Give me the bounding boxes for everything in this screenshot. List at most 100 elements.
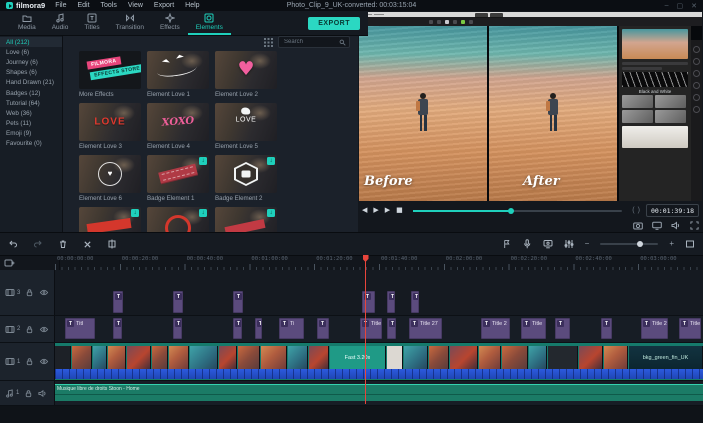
title-clip[interactable]: T bbox=[173, 318, 182, 339]
lock-icon[interactable] bbox=[24, 389, 33, 398]
title-clip[interactable]: T bbox=[387, 318, 396, 339]
video-clip-segment[interactable] bbox=[72, 346, 92, 369]
title-clip[interactable]: T bbox=[387, 291, 395, 313]
title-clip[interactable]: TTitle bbox=[679, 318, 701, 339]
title-clip[interactable]: TTitle bbox=[360, 318, 382, 339]
minimize-icon[interactable]: – bbox=[665, 2, 669, 10]
video-clip-segment[interactable] bbox=[429, 346, 449, 369]
download-icon[interactable]: ↓ bbox=[267, 157, 275, 165]
element-card-love5[interactable]: LOVE Element Love 5 bbox=[215, 103, 277, 150]
audio-track-body[interactable]: Musique libre de droits Stoon - Home bbox=[55, 381, 703, 405]
title-clip[interactable]: TTitle 27 bbox=[641, 318, 668, 339]
title-clip[interactable]: T bbox=[233, 318, 242, 339]
category-item[interactable]: Badges (12) bbox=[0, 88, 62, 98]
category-item[interactable]: Favourite (0) bbox=[0, 139, 62, 149]
menu-edit[interactable]: Edit bbox=[77, 2, 89, 9]
download-icon[interactable]: ↓ bbox=[199, 209, 207, 217]
search-input[interactable] bbox=[282, 38, 339, 46]
title-clip[interactable]: T Titl bbox=[65, 318, 95, 339]
redo-icon[interactable] bbox=[33, 239, 43, 249]
mark-out-icon[interactable]: ) bbox=[638, 207, 640, 214]
element-card-love4[interactable]: XOXO Element Love 4 bbox=[147, 103, 209, 150]
video-clip-segment[interactable] bbox=[55, 346, 71, 369]
microphone-icon[interactable] bbox=[522, 239, 532, 249]
title-clip[interactable]: TTitle bbox=[521, 318, 546, 339]
video-clip-segment[interactable] bbox=[309, 346, 329, 369]
export-button[interactable]: EXPORT bbox=[308, 16, 360, 30]
display-settings-icon[interactable] bbox=[652, 221, 662, 230]
download-icon[interactable]: ↓ bbox=[267, 209, 275, 217]
tab-titles[interactable]: Titles bbox=[76, 11, 107, 35]
eye-icon[interactable] bbox=[39, 288, 49, 297]
eye-icon[interactable] bbox=[39, 357, 49, 366]
timeline-ruler[interactable]: 00:00:00:00 00:00:20:00 00:00:40:00 00:01:0… bbox=[0, 255, 703, 270]
download-icon[interactable]: ↓ bbox=[131, 209, 139, 217]
element-card-more-effects[interactable]: FILMORA EFFECTS STORE More Effects bbox=[79, 51, 141, 98]
element-card-badge2[interactable]: ↓ Badge Element 2 bbox=[215, 155, 277, 202]
eye-icon[interactable] bbox=[39, 325, 49, 334]
menu-view[interactable]: View bbox=[128, 2, 143, 9]
lock-icon[interactable] bbox=[25, 288, 34, 297]
element-card-partial3[interactable]: ↓ bbox=[215, 207, 277, 232]
tab-effects[interactable]: Effects bbox=[152, 11, 188, 35]
video-clip-segment[interactable]: bkg_green_fin_UK bbox=[629, 346, 703, 369]
video-clip-segment[interactable] bbox=[152, 346, 168, 369]
element-card-love3[interactable]: LOVE Element Love 3 bbox=[79, 103, 141, 150]
next-frame-button[interactable]: ▶ bbox=[385, 207, 390, 214]
lock-icon[interactable] bbox=[25, 325, 34, 334]
title-clip[interactable]: T bbox=[362, 291, 375, 313]
element-card-love2[interactable]: ♥ Element Love 2 bbox=[215, 51, 277, 98]
music-clip[interactable]: Musique libre de droits Stoon - Home bbox=[55, 384, 703, 401]
category-item[interactable]: All (212) bbox=[0, 37, 62, 48]
zoom-in-icon[interactable]: + bbox=[669, 240, 674, 248]
video-clip-segment[interactable] bbox=[108, 346, 126, 369]
fit-timeline-icon[interactable] bbox=[685, 239, 695, 249]
element-card-partial1[interactable]: ↓ bbox=[79, 207, 141, 232]
title-clip[interactable]: T bbox=[113, 318, 122, 339]
element-card-badge1[interactable]: ↓ Badge Element 1 bbox=[147, 155, 209, 202]
track2-body[interactable]: TTitlTTTTTTiTTTitleTTTitle 27TTitle 2TTi… bbox=[55, 316, 703, 342]
menu-file[interactable]: File bbox=[55, 2, 66, 9]
video-clip-segment[interactable] bbox=[288, 346, 308, 369]
zoom-out-icon[interactable]: − bbox=[585, 240, 590, 248]
title-clip[interactable]: TTitle 27 bbox=[409, 318, 442, 339]
video-clip-segment[interactable] bbox=[404, 346, 428, 369]
video-clip-segment[interactable] bbox=[238, 346, 260, 369]
snapshot-camera-icon[interactable] bbox=[633, 221, 643, 230]
mark-in-icon[interactable]: ( bbox=[632, 207, 634, 214]
title-clip[interactable]: T bbox=[255, 318, 262, 339]
element-card-love1[interactable]: Element Love 1 bbox=[147, 51, 209, 98]
screen-record-icon[interactable] bbox=[543, 239, 553, 249]
playhead[interactable] bbox=[362, 255, 369, 404]
title-clip[interactable]: T bbox=[317, 318, 329, 339]
element-card-partial2[interactable]: ↓ bbox=[147, 207, 209, 232]
trash-icon[interactable] bbox=[58, 239, 68, 249]
video-clip-segment[interactable] bbox=[479, 346, 501, 369]
speaker-icon[interactable] bbox=[38, 389, 47, 398]
category-item[interactable]: Hand Drawn (21) bbox=[0, 78, 62, 88]
category-item[interactable]: Tutorial (64) bbox=[0, 98, 62, 108]
menu-tools[interactable]: Tools bbox=[101, 2, 117, 9]
manage-tracks-icon[interactable] bbox=[4, 258, 15, 268]
lock-icon[interactable] bbox=[25, 357, 34, 366]
video-clip-segment[interactable] bbox=[169, 346, 189, 369]
undo-icon[interactable] bbox=[8, 239, 18, 249]
previous-frame-button[interactable]: ◀ bbox=[362, 207, 367, 214]
title-clip[interactable]: T bbox=[173, 291, 183, 313]
video-clip-segment[interactable] bbox=[450, 346, 478, 369]
title-clip[interactable]: T bbox=[113, 291, 123, 313]
category-item[interactable]: Shapes (6) bbox=[0, 68, 62, 78]
title-clip[interactable]: T bbox=[601, 318, 612, 339]
video-clip-segment[interactable] bbox=[529, 346, 547, 369]
close-icon[interactable]: ✕ bbox=[691, 2, 697, 10]
track3-body[interactable]: TTTTTT bbox=[55, 270, 703, 315]
category-item[interactable]: Love (6) bbox=[0, 47, 62, 57]
video-clip-segment[interactable]: Fast 3.20x bbox=[330, 346, 386, 369]
tab-media[interactable]: Media bbox=[10, 11, 44, 35]
delete-x-icon[interactable] bbox=[83, 240, 92, 249]
category-item[interactable]: Web (36) bbox=[0, 108, 62, 118]
progress-handle[interactable] bbox=[508, 207, 515, 214]
category-item[interactable]: Emoji (9) bbox=[0, 129, 62, 139]
download-icon[interactable]: ↓ bbox=[199, 157, 207, 165]
stop-button[interactable]: ■ bbox=[396, 207, 403, 214]
